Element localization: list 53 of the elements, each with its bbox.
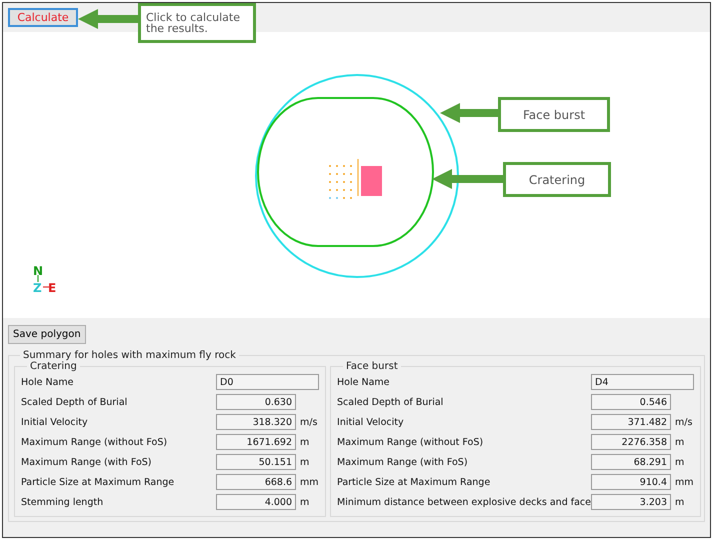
- value-field[interactable]: D0: [216, 374, 320, 390]
- callout-arrow: [78, 9, 138, 29]
- unit-label: m: [675, 456, 684, 468]
- unit-label: m: [675, 496, 684, 508]
- field-label: Hole Name: [21, 376, 74, 388]
- unit-label: m: [675, 436, 684, 448]
- field-label: Hole Name: [337, 376, 391, 388]
- field-label: Initial Velocity: [21, 416, 89, 428]
- face-block: [361, 166, 382, 196]
- unit-label: m/s: [300, 416, 318, 428]
- callout-arrow: [440, 103, 498, 123]
- group-title: Cratering: [30, 361, 78, 372]
- field-label: Scaled Depth of Burial: [21, 396, 128, 408]
- save-polygon-button[interactable]: Save polygon: [8, 325, 86, 344]
- callout-note: Cratering: [503, 162, 611, 197]
- group-title: Summary for holes with maximum fly rock: [22, 350, 237, 361]
- unit-label: mm: [675, 476, 694, 488]
- value-field[interactable]: 371.482: [591, 414, 671, 430]
- value-field[interactable]: 50.151: [216, 454, 296, 470]
- field-label: Scaled Depth of Burial: [337, 396, 444, 408]
- north-label: N: [33, 264, 44, 278]
- field-label: Minimum distance between explosive decks and face: [337, 496, 591, 508]
- value-field[interactable]: 1671.692: [216, 434, 296, 450]
- callout-arrow: [432, 169, 503, 189]
- value-field[interactable]: 910.4: [591, 474, 671, 490]
- value-field[interactable]: 2276.358: [591, 434, 671, 450]
- value-field[interactable]: D4: [591, 374, 694, 390]
- up-axis-label: Z: [33, 281, 42, 295]
- blast-holes-drawing: [329, 158, 358, 199]
- field-label: Maximum Range (without FoS): [21, 436, 168, 448]
- value-field[interactable]: 4.000: [216, 494, 296, 510]
- value-field[interactable]: 3.203: [591, 494, 671, 510]
- field-label: Stemming length: [21, 496, 104, 508]
- field-label: Particle Size at Maximum Range: [21, 476, 176, 488]
- unit-label: m/s: [675, 416, 692, 428]
- east-label: E: [48, 281, 56, 295]
- value-field[interactable]: 0.630: [216, 394, 296, 410]
- unit-label: m: [300, 496, 310, 508]
- unit-label: mm: [300, 476, 319, 488]
- value-field[interactable]: 68.291: [591, 454, 671, 470]
- unit-label: m: [300, 436, 310, 448]
- callout-note: Face burst: [498, 97, 610, 132]
- field-label: Maximum Range (without FoS): [337, 436, 484, 448]
- field-label: Maximum Range (with FoS): [337, 456, 469, 468]
- value-field[interactable]: 668.6: [216, 474, 296, 490]
- callout-note: Click to calculate the results.: [138, 3, 256, 43]
- field-label: Particle Size at Maximum Range: [337, 476, 492, 488]
- value-field[interactable]: 318.320: [216, 414, 296, 430]
- group-title: Face burst: [345, 361, 399, 372]
- field-label: Initial Velocity: [337, 416, 405, 428]
- field-label: Maximum Range (with FoS): [21, 456, 153, 468]
- unit-label: m: [300, 456, 310, 468]
- value-field[interactable]: 0.546: [591, 394, 671, 410]
